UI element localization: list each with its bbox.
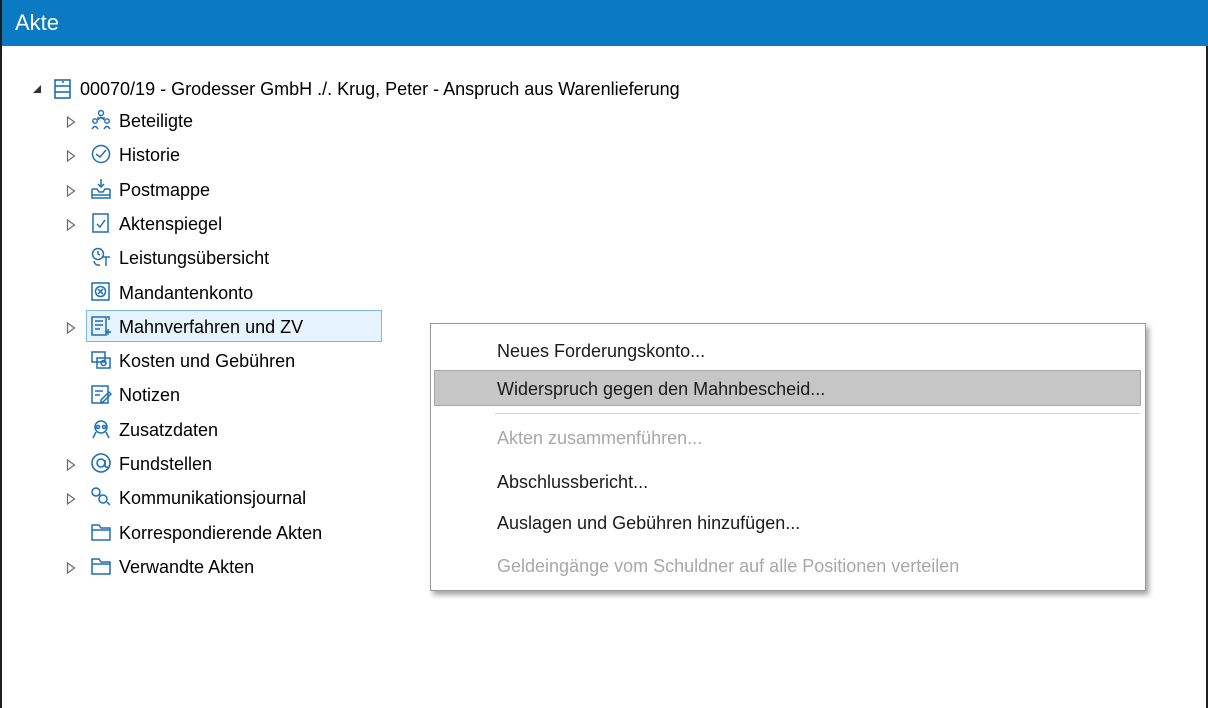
history-icon	[90, 143, 112, 165]
tree-root-label: 00070/19 - Grodesser GmbH ./. Krug, Pete…	[80, 79, 680, 99]
tree-item-label: Postmappe	[119, 180, 211, 200]
tree-item-label: Fundstellen	[119, 454, 213, 474]
tree-item-label: Notizen	[119, 385, 181, 405]
expand-arrow-icon[interactable]	[64, 458, 78, 472]
extra-data-icon	[90, 418, 112, 440]
collapse-arrow-icon[interactable]	[30, 82, 44, 96]
context-menu: Neues Forderungskonto... Widerspruch geg…	[430, 323, 1146, 591]
mailbox-icon	[90, 178, 112, 200]
tree-item-label: Korrespondierende Akten	[119, 523, 323, 543]
at-sign-icon	[90, 452, 112, 474]
tree-item-label: Kommunikationsjournal	[119, 488, 307, 508]
expand-arrow-icon[interactable]	[64, 561, 78, 575]
menu-item-geldeingaenge-verteilen: Geldeingänge vom Schuldner auf alle Posi…	[497, 556, 960, 576]
tree-item-label: Mahnverfahren und ZV	[119, 317, 304, 337]
expand-arrow-icon[interactable]	[64, 321, 78, 335]
dunning-icon	[90, 315, 112, 337]
expand-arrow-icon[interactable]	[64, 184, 78, 198]
menu-item-widerspruch[interactable]: Widerspruch gegen den Mahnbescheid...	[434, 370, 1141, 406]
case-file-icon	[52, 78, 74, 100]
expand-arrow-icon[interactable]	[64, 492, 78, 506]
tree-item-label: Leistungsübersicht	[119, 248, 270, 268]
tree-item-label: Beteiligte	[119, 111, 194, 131]
participants-icon	[90, 109, 112, 131]
tree-item-label: Historie	[119, 145, 181, 165]
tree-item-label: Kosten und Gebühren	[119, 351, 296, 371]
folder-icon	[90, 555, 112, 577]
menu-separator	[495, 413, 1140, 414]
folder-icon	[90, 521, 112, 543]
menu-item-abschlussbericht[interactable]: Abschlussbericht...	[431, 464, 1145, 500]
tree-item-label: Zusatzdaten	[119, 420, 219, 440]
panel-title: Akte	[2, 0, 1208, 46]
menu-item-auslagen-gebuehren[interactable]: Auslagen und Gebühren hinzufügen...	[431, 505, 1145, 541]
notes-icon	[90, 383, 112, 405]
menu-item-akten-zusammenfuehren: Akten zusammenführen...	[497, 428, 703, 448]
tree-item-label: Verwandte Akten	[119, 557, 255, 577]
menu-item-neues-forderungskonto[interactable]: Neues Forderungskonto...	[431, 333, 1145, 369]
tree-item-label: Mandantenkonto	[119, 283, 254, 303]
expand-arrow-icon[interactable]	[64, 115, 78, 129]
akte-panel: Akte 00070/19 - Grodesser GmbH ./. Krug,…	[0, 0, 1208, 708]
tree-item-label: Aktenspiegel	[119, 214, 223, 234]
services-icon	[90, 246, 112, 268]
account-icon	[90, 281, 112, 303]
checklist-doc-icon	[90, 212, 112, 234]
communication-icon	[90, 486, 112, 508]
expand-arrow-icon[interactable]	[64, 149, 78, 163]
costs-icon	[90, 349, 112, 371]
expand-arrow-icon[interactable]	[64, 218, 78, 232]
